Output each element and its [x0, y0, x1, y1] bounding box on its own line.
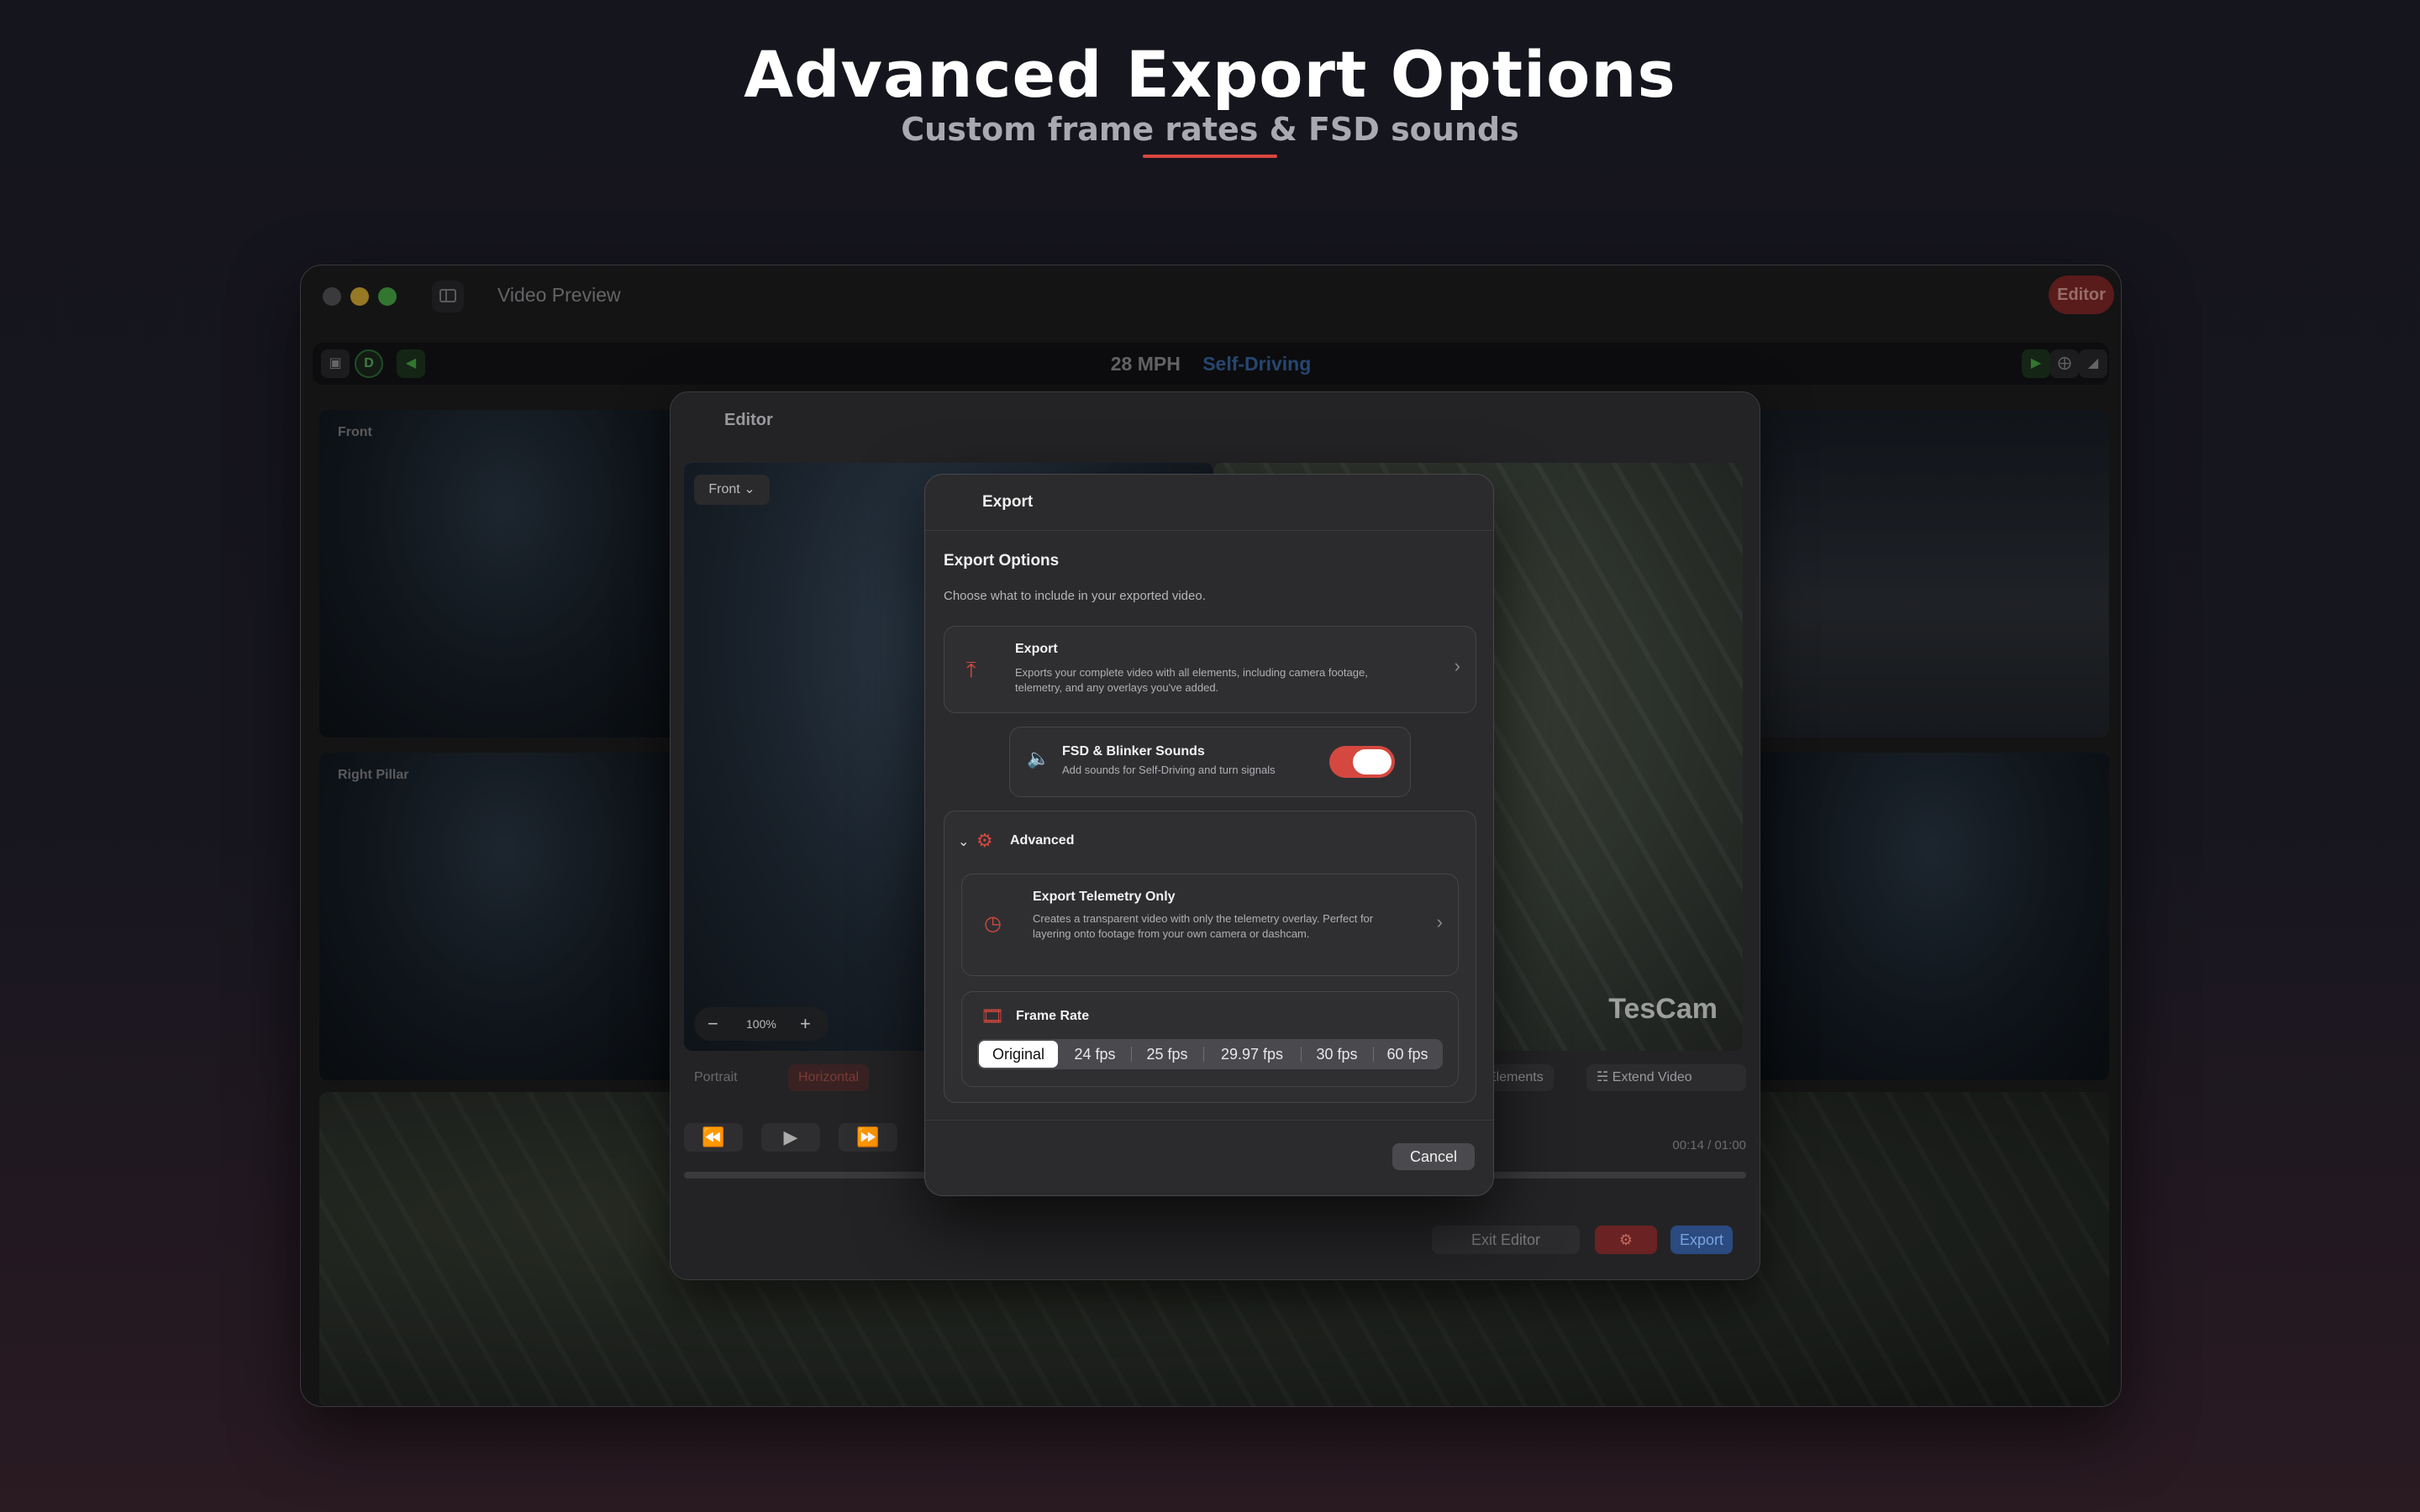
- advanced-label[interactable]: Advanced: [1010, 833, 1074, 848]
- export-full-card[interactable]: ⤒ Export Exports your complete video wit…: [944, 626, 1476, 713]
- film-icon: 🎞: [981, 1005, 1004, 1026]
- cancel-button[interactable]: Cancel: [1392, 1143, 1475, 1170]
- watermark: TesCam: [1608, 993, 1718, 1025]
- hero-title: Advanced Export Options: [744, 37, 1676, 112]
- frame-rate-label: Frame Rate: [1016, 1009, 1090, 1023]
- extend-video-button[interactable]: ☵ Extend Video: [1586, 1064, 1746, 1091]
- waveform-icon: ☵: [1597, 1070, 1609, 1084]
- editor-title: Editor: [724, 411, 773, 429]
- export-card-title: Export: [1015, 642, 1058, 656]
- sounds-desc: Add sounds for Self-Driving and turn sig…: [1062, 764, 1276, 776]
- time-label: 00:14 / 01:00: [1672, 1138, 1746, 1152]
- export-options-subheading: Choose what to include in your exported …: [944, 589, 1206, 603]
- frame-rate-24[interactable]: 24 fps: [1060, 1041, 1130, 1068]
- exit-editor-button[interactable]: Exit Editor: [1432, 1226, 1580, 1254]
- play-button[interactable]: ▶: [761, 1123, 820, 1152]
- export-dialog: Export Export Options Choose what to inc…: [924, 474, 1494, 1196]
- speaker-icon: 🔈: [1027, 748, 1050, 769]
- frame-rate-29-97[interactable]: 29.97 fps: [1204, 1041, 1300, 1068]
- camera-select-dropdown[interactable]: Front ⌄: [694, 475, 770, 505]
- chevron-right-icon: ›: [1436, 911, 1443, 932]
- portrait-option[interactable]: Portrait: [684, 1064, 748, 1091]
- gear-icon: ⚙: [976, 830, 993, 851]
- export-card-desc: Exports your complete video with all ele…: [1015, 666, 1368, 694]
- gear-icon: ⚙: [1618, 1231, 1634, 1248]
- rewind-button[interactable]: ⏪: [684, 1123, 743, 1152]
- zoom-in-button[interactable]: +: [800, 1007, 811, 1041]
- chevron-down-icon[interactable]: ⌄: [958, 833, 969, 850]
- sounds-title: FSD & Blinker Sounds: [1062, 744, 1205, 759]
- export-options-heading: Export Options: [944, 552, 1060, 570]
- camera-select-value: Front: [708, 482, 740, 496]
- frame-rate-60[interactable]: 60 fps: [1374, 1041, 1441, 1068]
- chevron-right-icon: ›: [1454, 655, 1460, 676]
- fast-forward-button[interactable]: ⏩: [839, 1123, 897, 1152]
- zoom-out-button[interactable]: −: [708, 1007, 718, 1041]
- export-button[interactable]: Export: [1670, 1226, 1733, 1254]
- telemetry-only-card[interactable]: ◷ Export Telemetry Only Creates a transp…: [961, 874, 1459, 976]
- frame-rate-30[interactable]: 30 fps: [1302, 1041, 1372, 1068]
- fsd-sounds-card: 🔈 FSD & Blinker Sounds Add sounds for Se…: [1009, 727, 1411, 797]
- advanced-section: ⌄ ⚙ Advanced ◷ Export Telemetry Only Cre…: [944, 811, 1476, 1103]
- frame-rate-card: 🎞 Frame Rate Original 24 fps 25 fps 29.9…: [961, 991, 1459, 1087]
- settings-button[interactable]: ⚙: [1595, 1226, 1657, 1254]
- extend-video-label: Extend Video: [1612, 1070, 1692, 1084]
- gauge-icon: ◷: [984, 912, 1002, 935]
- hero-underline: [1143, 155, 1277, 158]
- dialog-footer-divider: [925, 1120, 1493, 1121]
- horizontal-option[interactable]: Horizontal: [788, 1064, 870, 1091]
- hero-subtitle: Custom frame rates & FSD sounds: [901, 111, 1519, 148]
- frame-rate-25[interactable]: 25 fps: [1132, 1041, 1202, 1068]
- zoom-level: 100%: [746, 1017, 776, 1031]
- telemetry-title: Export Telemetry Only: [1033, 890, 1176, 904]
- toggle-knob: [1353, 749, 1392, 774]
- frame-rate-original[interactable]: Original: [979, 1041, 1058, 1068]
- dialog-title: Export: [982, 493, 1034, 511]
- zoom-control: − 100% +: [694, 1007, 829, 1041]
- frame-rate-segmented-control: Original 24 fps 25 fps 29.97 fps 30 fps …: [977, 1039, 1443, 1069]
- fsd-sounds-toggle[interactable]: [1329, 746, 1395, 778]
- chevron-down-icon: ⌄: [744, 482, 755, 496]
- share-icon: ⤒: [966, 657, 976, 682]
- telemetry-desc: Creates a transparent video with only th…: [1033, 912, 1374, 940]
